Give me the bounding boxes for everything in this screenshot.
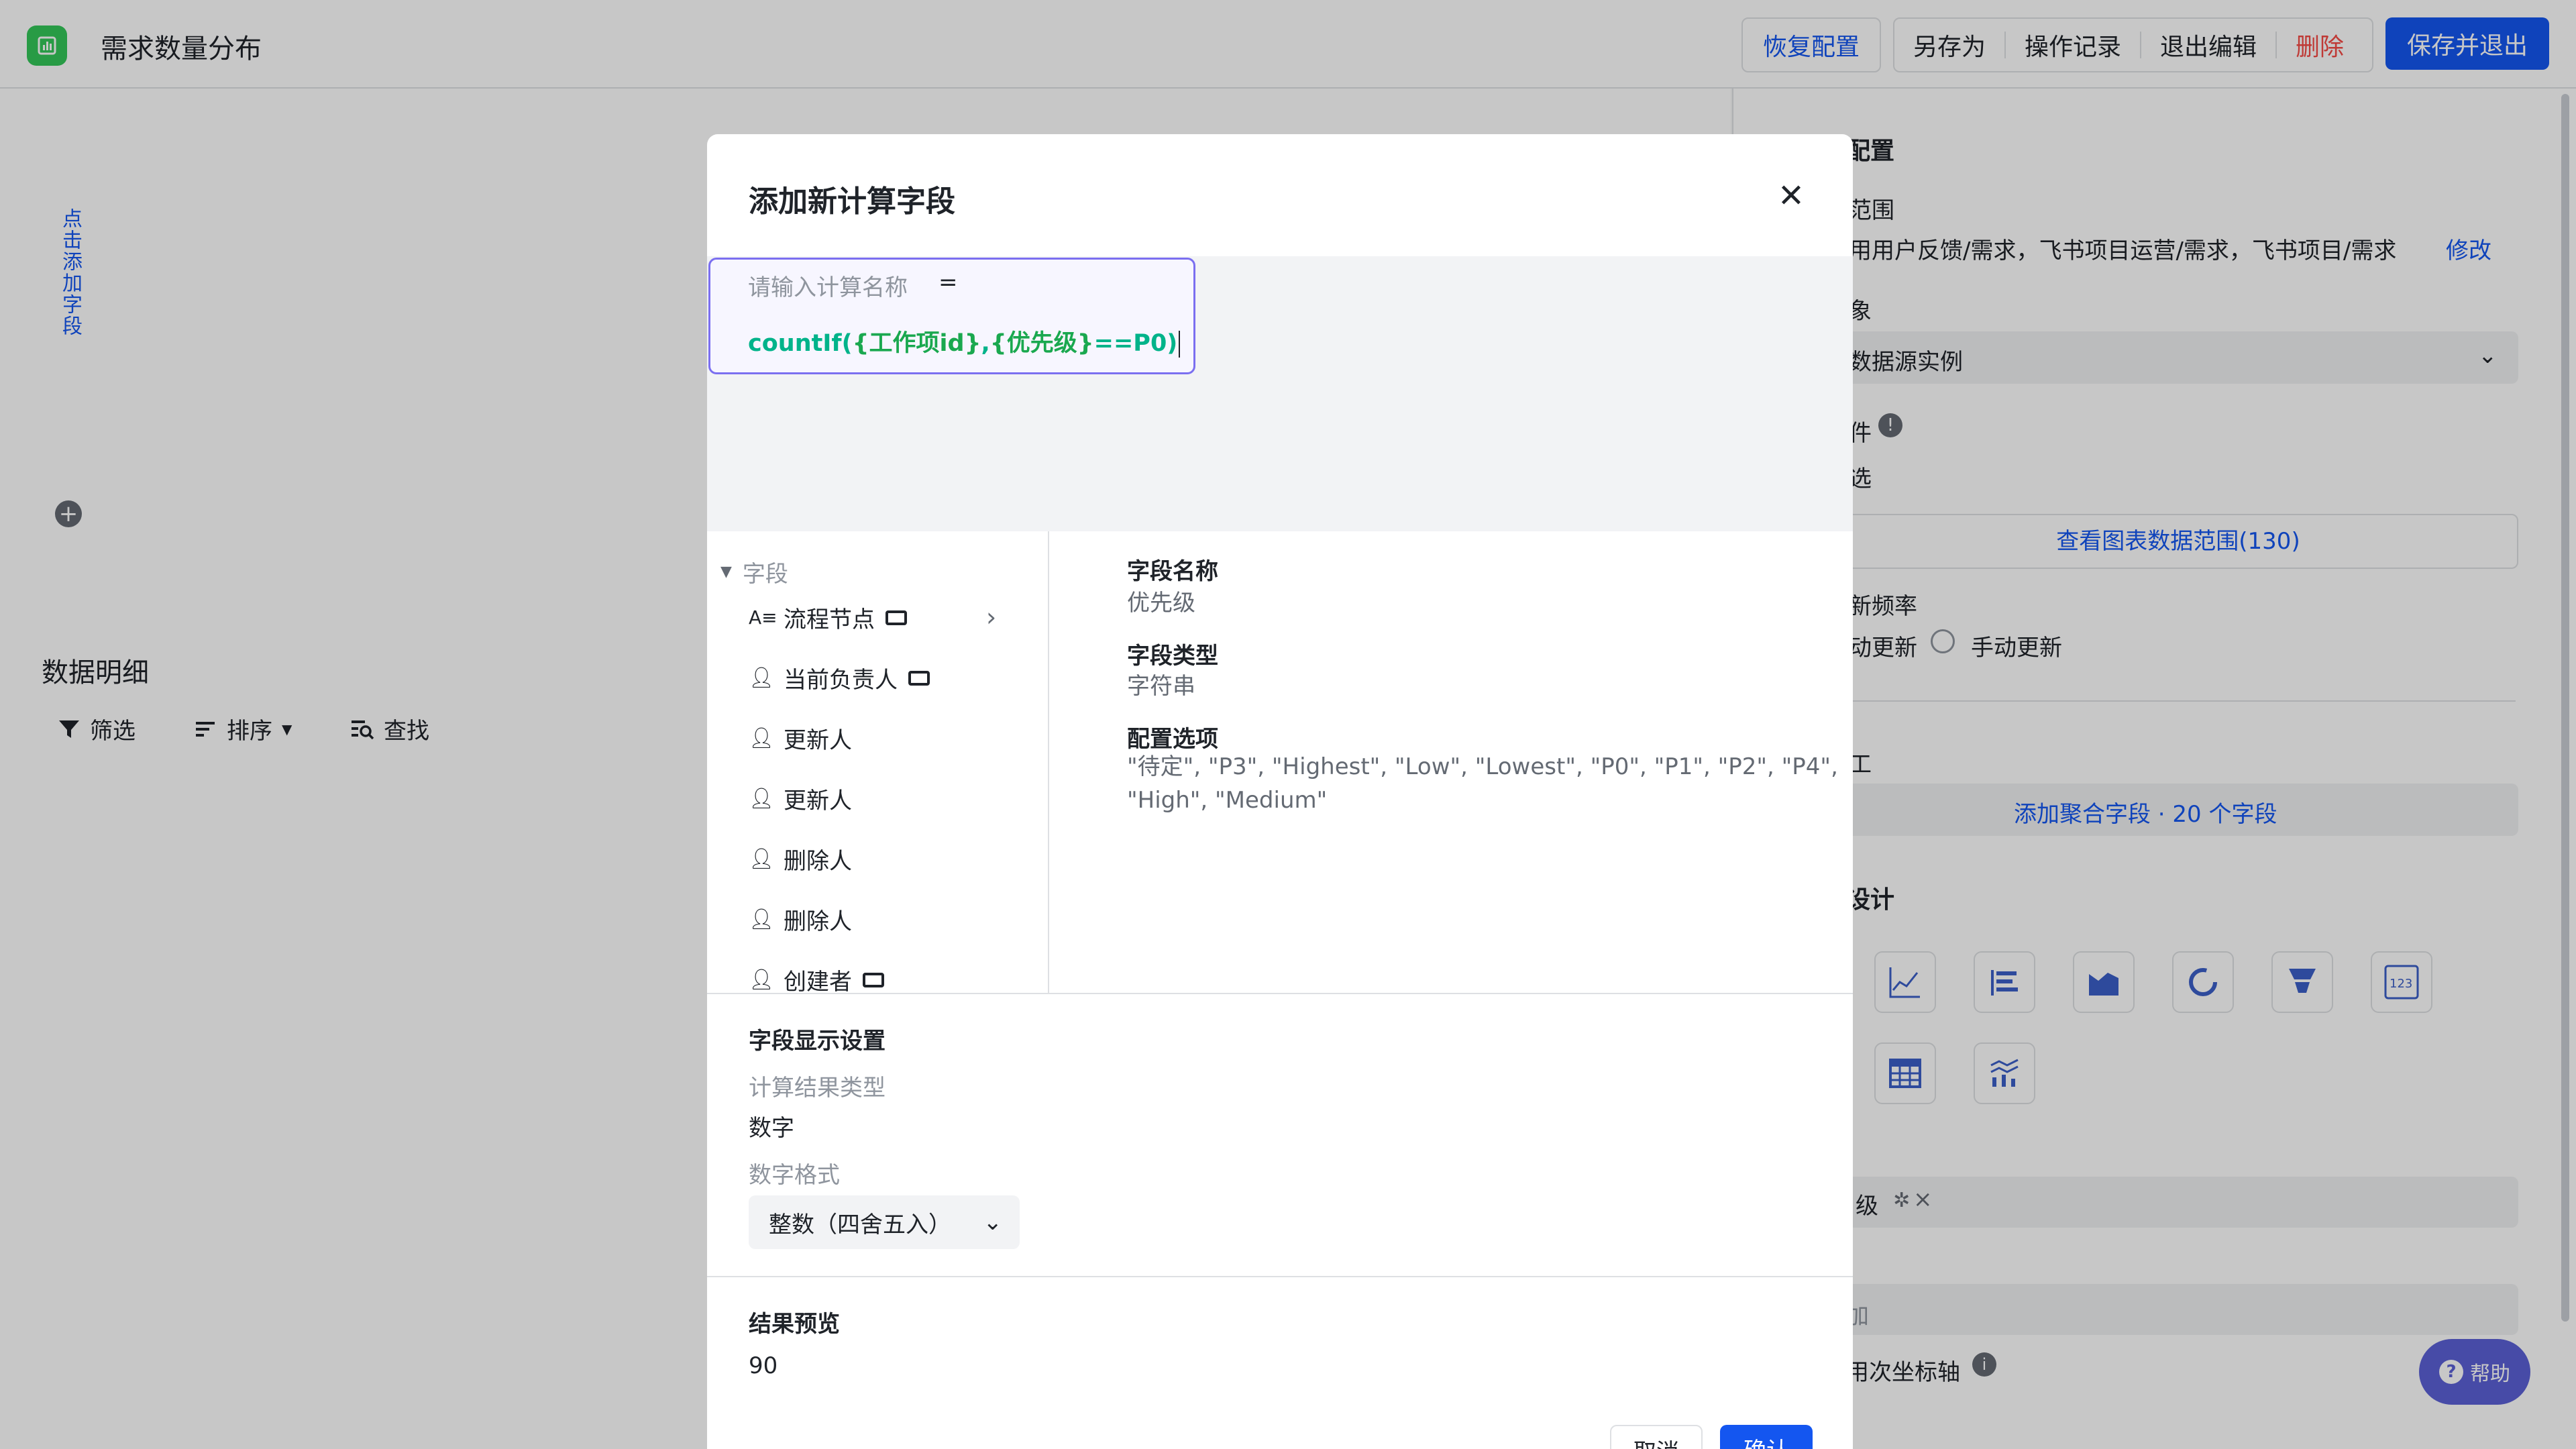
field-item-label: 更新人 [784, 727, 852, 754]
field-item-label: 更新人 [784, 788, 852, 814]
formula-field-ref: {工作项id} [852, 330, 981, 357]
person-icon: 👤︎ [749, 968, 775, 991]
cancel-button[interactable]: 取消 [1610, 1425, 1703, 1449]
chevron-down-icon: ⌄ [983, 1209, 1003, 1236]
chevron-right-icon[interactable]: › [986, 602, 996, 632]
divider [707, 1276, 1853, 1277]
field-options-value: "待定", "P3", "Highest", "Low", "Lowest", … [1127, 753, 1838, 814]
field-item[interactable]: 👤︎ 当前负责人 [749, 661, 930, 694]
field-type-value: 字符串 [1127, 673, 1195, 700]
number-format-select[interactable]: 整数（四舍五入） ⌄ [749, 1195, 1020, 1249]
field-item[interactable]: 👤︎ 更新人 [749, 722, 852, 755]
field-item[interactable]: A≡ 流程节点 [749, 601, 907, 634]
field-list: ▼ 字段 A≡ 流程节点 › 👤︎ 当前负责人 👤︎ 更新人 👤︎ 更新人 👤︎… [707, 531, 1049, 993]
person-icon: 👤︎ [749, 908, 775, 931]
tag-icon [885, 610, 907, 625]
person-icon: 👤︎ [749, 727, 775, 750]
field-options-label: 配置选项 [1127, 726, 1218, 753]
divider [707, 993, 1853, 994]
preview-value: 90 [749, 1352, 778, 1379]
close-icon[interactable]: ✕ [1776, 180, 1806, 212]
field-item-label: 删除人 [784, 848, 852, 875]
result-type-label: 计算结果类型 [749, 1075, 885, 1102]
formula-comma: , [981, 330, 990, 357]
person-icon: 👤︎ [749, 666, 775, 690]
add-calculated-field-dialog: 添加新计算字段 ✕ 请输入计算名称 = countIf({工作项id},{优先级… [707, 134, 1853, 1449]
number-format-label: 数字格式 [749, 1162, 840, 1189]
formula-condition: ==P0) [1093, 330, 1178, 357]
tag-icon [863, 972, 884, 987]
formula-editor-area[interactable]: 请输入计算名称 = countIf({工作项id},{优先级}==P0) [707, 256, 1853, 531]
text-field-icon: A≡ [749, 606, 777, 629]
number-format-value: 整数（四舍五入） [769, 1211, 951, 1238]
formula-function: countIf( [748, 330, 853, 357]
field-detail-panel: 字段名称 优先级 字段类型 字符串 配置选项 "待定", "P3", "High… [1089, 531, 1838, 993]
field-item[interactable]: 👤︎ 删除人 [749, 903, 852, 936]
text-caret [1179, 331, 1181, 358]
caret-down-icon: ▼ [720, 564, 732, 580]
formula-editor[interactable]: 请输入计算名称 = countIf({工作项id},{优先级}==P0) [708, 258, 1195, 374]
field-item-label: 创建者 [784, 969, 852, 993]
tag-icon [908, 670, 930, 686]
field-name-label: 字段名称 [1127, 558, 1218, 585]
preview-title: 结果预览 [749, 1311, 840, 1338]
equals-sign: = [938, 269, 958, 296]
field-item-label: 当前负责人 [784, 667, 898, 694]
person-icon: 👤︎ [749, 847, 775, 871]
field-item-label: 删除人 [784, 908, 852, 935]
person-icon: 👤︎ [749, 787, 775, 810]
field-item[interactable]: 👤︎ 创建者 [749, 963, 884, 993]
confirm-button[interactable]: 确认 [1720, 1425, 1813, 1449]
field-item[interactable]: 👤︎ 更新人 [749, 782, 852, 815]
field-item[interactable]: 👤︎ 删除人 [749, 843, 852, 875]
formula-input[interactable]: countIf({工作项id},{优先级}==P0) [748, 324, 1181, 358]
calc-name-input[interactable]: 请输入计算名称 [748, 269, 908, 302]
result-type-value: 数字 [749, 1115, 794, 1142]
field-section-header[interactable]: ▼ 字段 [720, 555, 788, 588]
field-item-label: 流程节点 [784, 606, 875, 633]
display-settings-title: 字段显示设置 [749, 1028, 885, 1055]
field-section-label: 字段 [742, 561, 788, 588]
field-name-value: 优先级 [1127, 590, 1195, 616]
field-type-label: 字段类型 [1127, 643, 1218, 669]
formula-field-ref: {优先级} [989, 330, 1094, 357]
dialog-title: 添加新计算字段 [749, 184, 955, 219]
